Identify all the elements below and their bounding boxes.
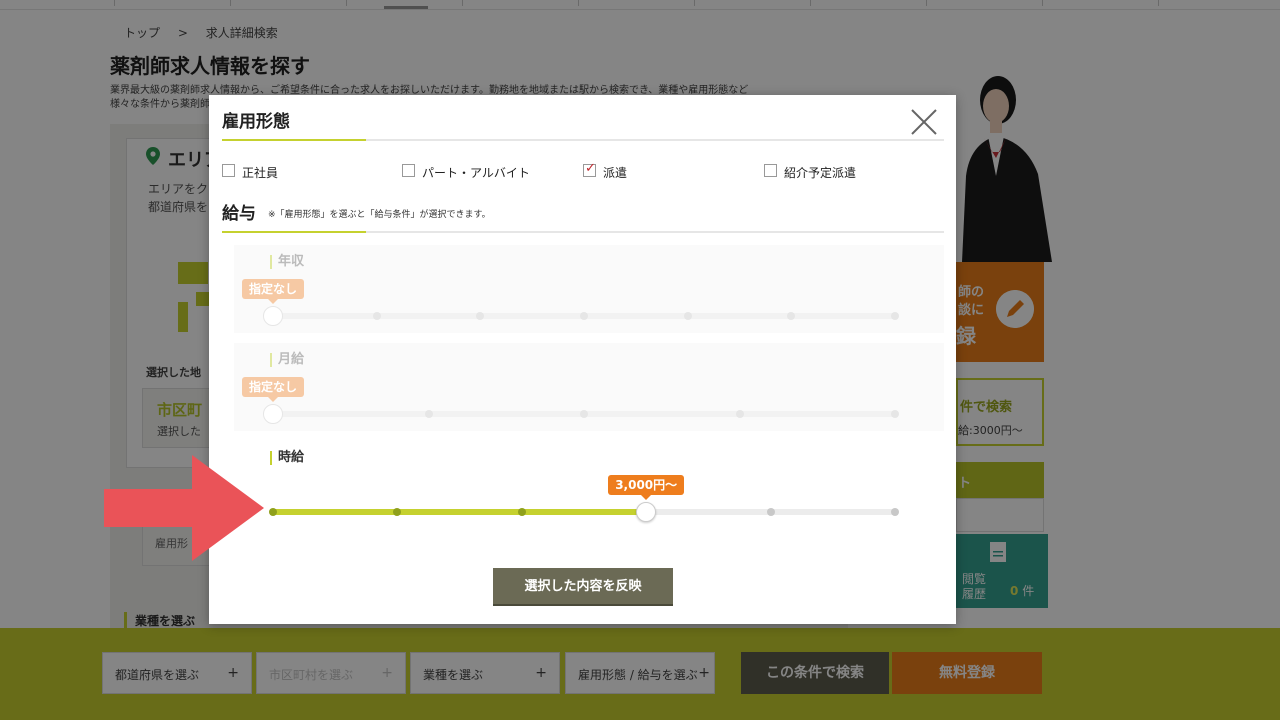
slider-track[interactable] <box>263 404 899 424</box>
slider-fill <box>273 509 647 515</box>
slider-stop[interactable] <box>891 508 899 516</box>
employment-salary-modal: 雇用形態 正社員 パート・アルバイト ✓ 派遣 紹介予定派遣 給与 ※「雇用形態… <box>209 95 956 624</box>
slider-thumb[interactable] <box>263 306 283 326</box>
slider-thumb[interactable] <box>263 404 283 424</box>
slider-label: 年収 <box>270 255 304 269</box>
slider-stop[interactable] <box>891 410 899 418</box>
hourly-wage-slider-block: 時給 3,000円～ <box>234 441 944 529</box>
close-icon[interactable] <box>909 107 939 137</box>
slider-stop[interactable] <box>683 312 692 320</box>
slider-stop[interactable] <box>891 312 899 320</box>
monthly-salary-slider-block: 月給 指定なし <box>234 343 944 431</box>
annotation-arrow <box>104 455 264 561</box>
slider-label: 時給 <box>270 451 304 465</box>
slider-stop[interactable] <box>372 312 381 320</box>
slider-stop[interactable] <box>735 410 744 418</box>
slider-stop[interactable] <box>580 312 588 320</box>
slider-value-bubble: 3,000円～ <box>608 475 685 500</box>
slider-stop[interactable] <box>787 312 796 320</box>
apply-selection-button[interactable]: 選択した内容を反映 <box>493 568 673 606</box>
employment-type-checkboxes: 正社員 パート・アルバイト ✓ 派遣 紹介予定派遣 <box>222 161 944 180</box>
slider-stop[interactable] <box>766 508 775 516</box>
annual-salary-slider-block: 年収 指定なし <box>234 245 944 333</box>
salary-title: 給与 <box>222 204 256 224</box>
salary-divider <box>222 231 944 233</box>
slider-thumb[interactable] <box>636 502 657 522</box>
slider-stop[interactable] <box>269 508 277 516</box>
slider-stop[interactable] <box>580 410 588 418</box>
salary-heading: 給与 ※「雇用形態」を選ぶと「給与条件」が選択できます。 <box>222 199 491 224</box>
title-divider <box>222 139 944 141</box>
slider-value-bubble: 指定なし <box>242 279 305 304</box>
slider-stop[interactable] <box>424 410 433 418</box>
slider-stop[interactable] <box>517 508 526 516</box>
slider-track[interactable] <box>269 502 899 522</box>
salary-note: ※「雇用形態」を選ぶと「給与条件」が選択できます。 <box>268 210 491 220</box>
modal-title: 雇用形態 <box>222 112 290 132</box>
slider-track[interactable] <box>263 306 899 326</box>
slider-value-bubble: 指定なし <box>242 377 305 402</box>
slider-stop[interactable] <box>476 312 485 320</box>
slider-label: 月給 <box>270 353 304 367</box>
